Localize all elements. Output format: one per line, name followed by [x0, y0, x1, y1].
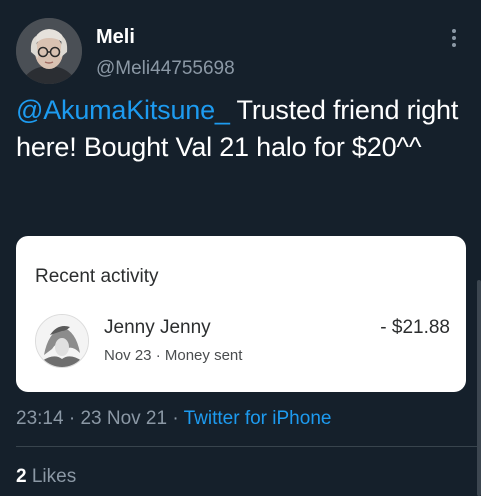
tweet-timestamp: 23:14 · 23 Nov 21 · Twitter for iPhone	[16, 408, 331, 430]
transaction-meta: Nov 23 · Money sent	[104, 347, 242, 364]
author-avatar[interactable]	[16, 18, 82, 84]
tweet-time[interactable]: 23:14	[16, 408, 64, 429]
tweet-source-link[interactable]: Twitter for iPhone	[184, 408, 332, 429]
mention-link[interactable]: @AkumaKitsune_	[16, 95, 230, 125]
tweet-text: @AkumaKitsune_ Trusted friend right here…	[16, 92, 471, 166]
transaction-type: Money sent	[164, 347, 243, 364]
attached-screenshot-card[interactable]: Recent activity Jenny Jenny Nov 23 · Mon…	[16, 236, 466, 392]
tweet-date[interactable]: 23 Nov 21	[80, 408, 167, 429]
meta-separator: ·	[63, 408, 81, 429]
transaction-amount: - $21.88	[380, 317, 450, 338]
more-options-button[interactable]	[442, 26, 466, 50]
scrollbar[interactable]	[477, 280, 481, 496]
more-vertical-icon	[452, 29, 456, 47]
divider	[16, 446, 481, 447]
contact-avatar-icon	[36, 315, 88, 367]
likes-label: Likes	[26, 466, 77, 487]
author-handle[interactable]: @Meli44755698	[96, 58, 235, 80]
avatar-photo-icon	[16, 18, 82, 84]
transaction-name: Jenny Jenny	[104, 317, 211, 338]
author-display-name[interactable]: Meli	[96, 26, 135, 49]
recent-activity-title: Recent activity	[35, 266, 159, 287]
contact-avatar	[35, 314, 89, 368]
transaction-separator: ·	[151, 347, 165, 364]
meta-separator: ·	[167, 408, 184, 429]
transaction-date: Nov 23	[104, 347, 152, 364]
likes-link[interactable]: 2 Likes	[16, 466, 76, 488]
tweet-header: Meli @Meli44755698	[16, 18, 466, 86]
likes-count: 2	[16, 466, 27, 487]
